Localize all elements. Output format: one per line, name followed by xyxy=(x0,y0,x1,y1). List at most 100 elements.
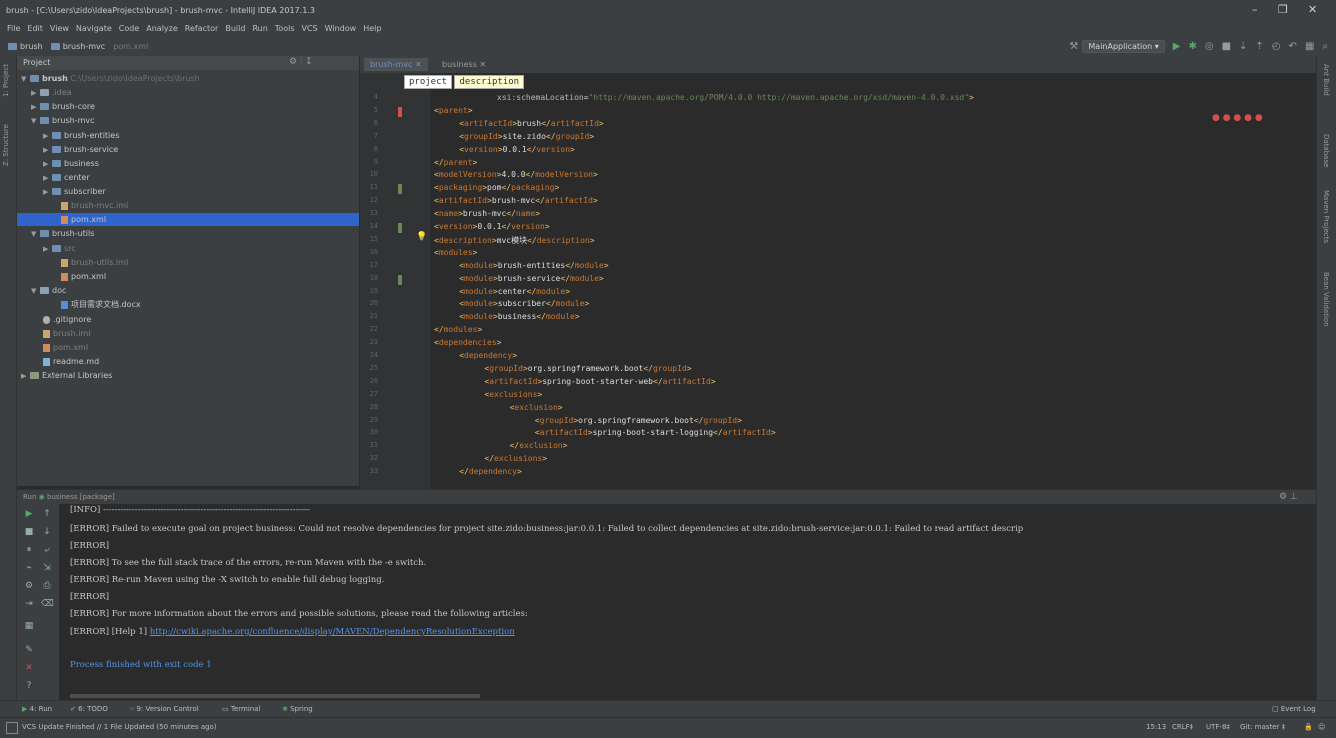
tree-item[interactable]: ▼ brush-utils xyxy=(31,227,94,240)
caret-position[interactable]: 15:13 xyxy=(1146,723,1166,731)
version-control-tool-tab[interactable]: ⑂ 9: Version Control xyxy=(130,705,199,713)
browser-icons[interactable]: ● ● ● ● ● xyxy=(1212,113,1263,123)
tree-item[interactable]: ▶ brush-core xyxy=(31,100,95,113)
pause-icon[interactable]: ⏸ xyxy=(23,544,35,556)
project-panel-title[interactable]: Project xyxy=(23,58,50,67)
scroll-to-end-icon[interactable]: ⇲ xyxy=(41,562,53,574)
inspector-icon[interactable]: ☺ xyxy=(1318,723,1325,731)
vcs-commit-icon[interactable]: ⇡ xyxy=(1255,41,1263,52)
clear-icon[interactable]: ⌫ xyxy=(41,598,54,610)
menu-file[interactable]: File xyxy=(7,24,20,33)
menu-code[interactable]: Code xyxy=(119,24,139,33)
tree-item[interactable]: ▼ brush C:\Users\zido\IdeaProjects\brush xyxy=(21,72,200,85)
line-separator[interactable]: CRLF‡ xyxy=(1172,723,1193,731)
menu-help[interactable]: Help xyxy=(363,24,381,33)
soft-wrap-icon[interactable]: ⤶ xyxy=(41,544,53,556)
project-tool-tab[interactable]: 1: Project xyxy=(2,64,10,97)
layout-icon[interactable]: ▦ xyxy=(23,620,35,632)
file-encoding[interactable]: UTF-8‡ xyxy=(1206,723,1230,731)
breadcrumb-description[interactable]: description xyxy=(454,75,525,89)
run-config-select[interactable]: MainApplication ▾ xyxy=(1082,39,1165,53)
menu-tools[interactable]: Tools xyxy=(275,24,295,33)
close-run-icon[interactable]: ✕ xyxy=(23,662,35,674)
tree-item[interactable]: ▶ .idea xyxy=(31,86,72,99)
tree-item[interactable]: brush-utils.iml xyxy=(61,256,128,269)
menu-window[interactable]: Window xyxy=(325,24,357,33)
tree-item[interactable]: ▶ brush-entities xyxy=(43,129,119,142)
menu-build[interactable]: Build xyxy=(225,24,245,33)
nav-crumb-pom[interactable]: pom.xml xyxy=(113,42,148,51)
run-panel-settings-icon[interactable]: ⚙ ⊥ xyxy=(1279,492,1298,502)
status-message[interactable]: VCS Update Finished // 1 File Updated (5… xyxy=(22,723,217,731)
coverage-icon[interactable]: ◎ xyxy=(1205,41,1214,52)
tree-item[interactable]: ▶ center xyxy=(43,171,90,184)
console-scrollbar[interactable] xyxy=(70,694,480,698)
menu-vcs[interactable]: VCS xyxy=(302,24,318,33)
vcs-update-icon[interactable]: ⇣ xyxy=(1239,41,1247,52)
menu-run[interactable]: Run xyxy=(252,24,267,33)
rerun-icon[interactable]: ▶ xyxy=(23,508,35,520)
tree-item[interactable]: ▶ business xyxy=(43,157,99,170)
menu-refactor[interactable]: Refactor xyxy=(185,24,219,33)
terminal-tool-tab[interactable]: ▭ Terminal xyxy=(222,705,260,713)
pin-icon[interactable]: ✎ xyxy=(23,644,35,656)
tree-item[interactable]: readme.md xyxy=(43,355,99,368)
debug-icon[interactable]: ✱ xyxy=(1188,41,1196,52)
tree-item[interactable]: ▶ src xyxy=(43,242,76,255)
tree-item[interactable]: ▶ External Libraries xyxy=(21,369,112,382)
maximize-button[interactable]: ❐ xyxy=(1278,3,1288,16)
lock-icon[interactable]: 🔒 xyxy=(1304,723,1313,731)
search-everywhere-icon[interactable]: ⌕ xyxy=(1322,41,1328,52)
close-button[interactable]: ✕ xyxy=(1308,3,1317,16)
tree-item[interactable]: ▶ brush-service xyxy=(43,143,118,156)
nav-crumb-brush-mvc[interactable]: brush-mvc xyxy=(63,42,106,51)
vcs-history-icon[interactable]: ◴ xyxy=(1272,41,1281,52)
menu-edit[interactable]: Edit xyxy=(27,24,43,33)
tree-item[interactable]: .gitignore xyxy=(43,313,91,326)
tree-item[interactable]: ▶ subscriber xyxy=(43,185,106,198)
menu-analyze[interactable]: Analyze xyxy=(146,24,178,33)
database-tool-tab[interactable]: Database xyxy=(1322,134,1330,167)
spring-tool-tab[interactable]: ❀ Spring xyxy=(282,705,313,713)
code-editor[interactable]: 4 5 6 7 8 9 10 11 12 13 14 15 16 17 18 19 20 21 22 23 24 25 26… xyxy=(360,73,1316,489)
scroll-up-icon[interactable]: ↑ xyxy=(41,508,53,520)
help-icon[interactable]: ? xyxy=(23,680,35,692)
scroll-down-icon[interactable]: ↓ xyxy=(41,526,53,538)
help-link[interactable]: http://cwiki.apache.org/confluence/displ… xyxy=(150,627,515,637)
tree-item[interactable]: brush.iml xyxy=(43,327,90,340)
tree-item[interactable]: pom.xml xyxy=(43,341,88,354)
menu-view[interactable]: View xyxy=(50,24,69,33)
nav-crumb-brush[interactable]: brush xyxy=(20,42,43,51)
ant-build-tool-tab[interactable]: Ant Build xyxy=(1322,64,1330,96)
revert-icon[interactable]: ↶ xyxy=(1289,41,1297,52)
panel-settings-icon[interactable]: ⚙ ⫶ ↧ xyxy=(289,57,313,67)
breadcrumb-project[interactable]: project xyxy=(404,75,452,89)
event-log-tab[interactable]: ▢ Event Log xyxy=(1272,705,1316,713)
tree-item[interactable]: 项目需求文档.docx xyxy=(61,298,141,311)
tree-item[interactable]: ▼ brush-mvc xyxy=(31,114,95,127)
minimize-button[interactable]: – xyxy=(1252,3,1258,16)
stop-icon[interactable]: ■ xyxy=(1222,41,1231,52)
tab-brush-mvc[interactable]: brush-mvc ✕ xyxy=(364,58,428,71)
build-icon[interactable]: ⚒ xyxy=(1069,41,1078,52)
console-output[interactable]: [INFO] ---------------------------------… xyxy=(60,504,1316,700)
todo-tool-tab[interactable]: ✔ 6: TODO xyxy=(70,705,108,713)
bean-validation-tool-tab[interactable]: Bean Validation xyxy=(1322,272,1330,327)
tree-item[interactable]: pom.xml xyxy=(61,270,106,283)
print-icon[interactable]: ⎙ xyxy=(41,580,53,592)
project-structure-icon[interactable]: ▦ xyxy=(1305,41,1314,52)
run-icon[interactable]: ▶ xyxy=(1173,41,1181,52)
stop-icon[interactable]: ■ xyxy=(23,526,35,538)
tree-item-selected[interactable]: pom.xml xyxy=(17,213,359,226)
git-branch[interactable]: Git: master ‡ xyxy=(1240,723,1285,731)
run-panel-config[interactable]: business [package] xyxy=(47,493,115,501)
run-tool-tab[interactable]: ▶ 4: Run xyxy=(22,705,52,713)
tab-business[interactable]: business ✕ xyxy=(436,58,492,71)
structure-tool-tab[interactable]: Z: Structure xyxy=(2,124,10,166)
tree-item[interactable]: ▼ doc xyxy=(31,284,66,297)
settings-icon[interactable]: ⚙ xyxy=(23,580,35,592)
exit-icon[interactable]: ⇥ xyxy=(23,598,35,610)
tree-item[interactable]: brush-mvc.iml xyxy=(61,199,128,212)
lightbulb-icon[interactable]: 💡 xyxy=(416,232,427,242)
menu-navigate[interactable]: Navigate xyxy=(76,24,112,33)
